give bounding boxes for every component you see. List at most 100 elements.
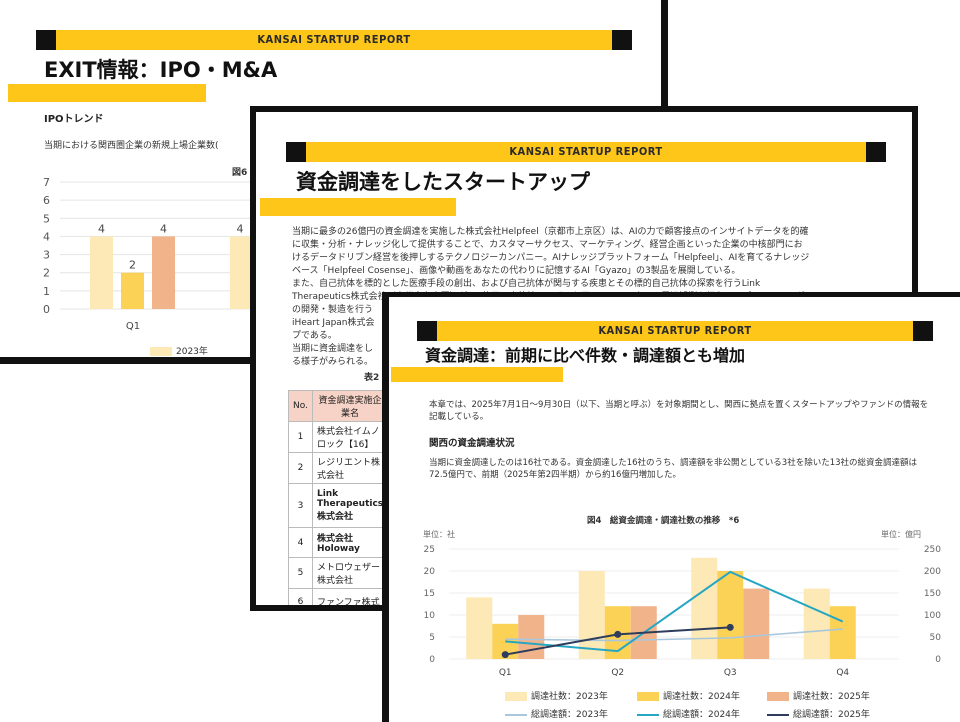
- x-category-label: Q4: [836, 668, 849, 678]
- row-number: 1: [288, 421, 313, 453]
- row-company: 株式会社イムノロック【16】: [311, 421, 389, 453]
- body-line: ベース「Helpfeel Cosense」、画像や動画をあなたの代わりに記憶する…: [292, 266, 741, 276]
- summary-text: 当期に資金調達したのは16社である。資金調達した16社のうち、調達額を非公開とし…: [429, 458, 918, 480]
- ipo-bar-chart: 0 1 2 3 4 5 6 7 4 2 4 4 Q1: [43, 176, 260, 332]
- title-underline: [391, 367, 563, 382]
- table-row: 3 Link Therapeutics株式会社: [288, 483, 389, 528]
- y-right-tick-label: 150: [924, 589, 941, 599]
- bar: [743, 588, 770, 659]
- bar: [121, 272, 144, 309]
- legend-label: 総調達額：2023年: [531, 710, 608, 720]
- table-header-no: No.: [288, 390, 313, 422]
- funding-table: No. 資金調達実施企業名 1 株式会社イムノロック【16】 2 レジリエント株式会社…: [288, 390, 389, 605]
- y-left-tick-label: 25: [424, 545, 435, 555]
- y-left-tick-label: 10: [424, 611, 436, 621]
- y-right-tick-label: 200: [924, 567, 941, 577]
- legend-line: [505, 713, 527, 716]
- y-left-tick-label: 15: [424, 589, 435, 599]
- bar-value-label: 4: [160, 222, 167, 235]
- bar-value-label: 4: [237, 222, 244, 235]
- x-category-label: Q1: [126, 321, 140, 332]
- report-banner: KANSAI STARTUP REPORT: [417, 321, 933, 341]
- x-category-label: Q2: [611, 668, 624, 678]
- banner-text: KANSAI STARTUP REPORT: [509, 145, 663, 158]
- legend-bar-2025: 調達社数：2025年: [767, 689, 870, 702]
- table-header-company: 資金調達実施企業名: [311, 390, 389, 422]
- bar: [803, 588, 830, 659]
- section-heading: IPOトレンド: [44, 114, 104, 125]
- report-banner: KANSAI STARTUP REPORT: [36, 30, 632, 50]
- row-company: ファンファ株式: [311, 588, 389, 605]
- legend-swatch: [637, 692, 659, 701]
- y-left-tick-label: 20: [424, 567, 436, 577]
- report-banner: KANSAI STARTUP REPORT: [286, 142, 886, 162]
- table-row: 1 株式会社イムノロック【16】: [288, 421, 389, 453]
- y-tick-label: 0: [43, 303, 50, 316]
- y-right-tick-label: 100: [924, 611, 941, 621]
- row-number: 5: [288, 557, 313, 589]
- line-point: [501, 651, 509, 659]
- row-number: 2: [288, 452, 313, 484]
- legend-line-2024: 総調達額：2024年: [637, 707, 740, 720]
- x-category-label: Q1: [499, 668, 512, 678]
- bar: [90, 236, 113, 309]
- row-company: 株式会社Holoway: [311, 527, 389, 558]
- body-text: 当期における関西圏企業の新規上場企業数(: [44, 141, 219, 151]
- funding-combo-chart: 0510152025050100150200250Q1 Q2 Q3 Q4: [424, 545, 942, 678]
- chart-title: 図4 総資金調達・調達社数の推移 *6: [587, 516, 740, 526]
- y-left-tick-label: 0: [429, 655, 435, 665]
- line-point: [614, 630, 622, 638]
- y-tick-label: 1: [43, 285, 50, 298]
- table-row: 6 ファンファ株式: [288, 588, 389, 605]
- legend-swatch-2023: [150, 347, 172, 356]
- legend-swatch: [505, 692, 527, 701]
- y-left-tick-label: 5: [429, 633, 435, 643]
- y-tick-label: 2: [43, 267, 50, 280]
- title-underline: [260, 198, 456, 216]
- banner-right-block: [612, 30, 632, 50]
- legend-line-2023: 総調達額：2023年: [505, 707, 608, 720]
- page-title: 資金調達：前期に比べ件数・調達額とも増加: [425, 346, 746, 365]
- page-title: EXIT情報：IPO・M&A: [44, 58, 278, 82]
- y-tick-label: 5: [43, 212, 50, 225]
- title-underline: [8, 84, 206, 102]
- body-line: けるデータドリブン経営を後押しするテクノロジーカンパニー。AIナレッジプラットフ…: [292, 253, 810, 263]
- row-number: 4: [288, 527, 313, 558]
- legend-label: 総調達額：2025年: [793, 710, 870, 720]
- legend-label: 調達社数：2025年: [793, 692, 870, 702]
- body-line: また、自己抗体を標的とした医療手段の創出、および自己抗体が関与する疾患とその標的…: [292, 279, 761, 289]
- legend-bar-2024: 調達社数：2024年: [637, 689, 740, 702]
- bar: [152, 236, 175, 309]
- y-tick-label: 7: [43, 176, 50, 189]
- legend-label-2023: 2023年: [176, 347, 208, 357]
- page-title: 資金調達をしたスタートアップ: [296, 170, 590, 194]
- banner-right-block: [866, 142, 886, 162]
- bar-value-label: 4: [98, 222, 105, 235]
- legend-bar-2023: 調達社数：2023年: [505, 689, 608, 702]
- legend-label: 総調達額：2024年: [663, 710, 740, 720]
- slide-funding-increase: KANSAI STARTUP REPORT 資金調達：前期に比べ件数・調達額とも…: [382, 292, 960, 722]
- banner-right-block: [913, 321, 933, 341]
- bar: [691, 557, 718, 659]
- x-category-label: Q3: [724, 668, 737, 678]
- y-right-tick-label: 0: [935, 655, 941, 665]
- legend-line: [637, 713, 659, 716]
- y-right-tick-label: 250: [924, 545, 941, 555]
- row-company: Link Therapeutics株式会社: [311, 483, 389, 528]
- bar: [717, 571, 744, 659]
- line-point: [726, 623, 734, 631]
- legend-label: 調達社数：2024年: [663, 692, 740, 702]
- bar-value-label: 2: [129, 259, 136, 272]
- bar: [230, 236, 250, 309]
- row-company: メトロウェザー株式会社: [311, 557, 389, 589]
- y-tick-label: 3: [43, 249, 50, 262]
- legend-swatch: [767, 692, 789, 701]
- chart-legend: 2023年: [150, 344, 208, 357]
- legend-line-2025: 総調達額：2025年: [767, 707, 870, 720]
- table-row: 5 メトロウェザー株式会社: [288, 557, 389, 589]
- row-number: 6: [288, 588, 313, 605]
- row-company: レジリエント株式会社: [311, 452, 389, 484]
- table-row: 2 レジリエント株式会社: [288, 452, 389, 484]
- bar: [466, 597, 493, 659]
- banner-text: KANSAI STARTUP REPORT: [598, 324, 752, 337]
